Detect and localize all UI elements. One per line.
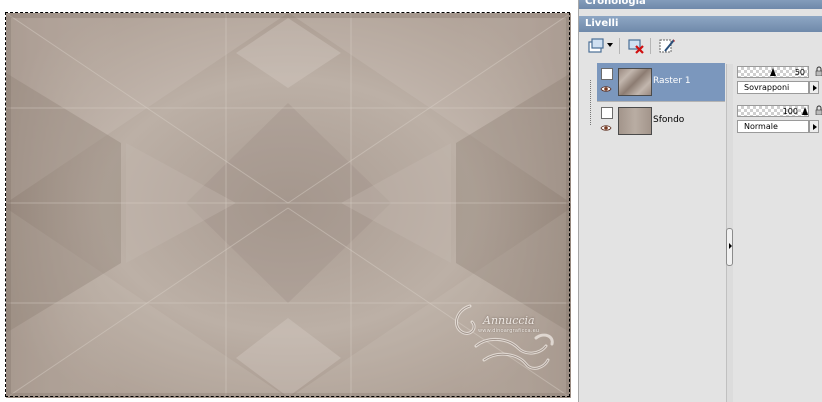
opacity-slider-thumb[interactable] xyxy=(802,107,808,115)
delete-layer-icon[interactable] xyxy=(627,37,645,55)
opacity-slider-thumb[interactable] xyxy=(770,68,776,76)
layer-thumbnail xyxy=(618,107,652,135)
layers-list: Raster 1 Sfondo xyxy=(597,63,725,143)
layer-name[interactable]: Raster 1 xyxy=(653,76,691,86)
layer-row-raster-1[interactable]: Raster 1 xyxy=(597,63,725,102)
background-layer-icon xyxy=(601,107,613,119)
dropdown-arrow-icon[interactable] xyxy=(606,41,614,49)
eye-visibility-icon[interactable] xyxy=(600,85,612,93)
eye-visibility-icon[interactable] xyxy=(600,124,612,132)
blend-mode-select[interactable]: Sovrapponi xyxy=(737,81,809,94)
blend-mode-select[interactable]: Normale xyxy=(737,120,809,133)
toolbar-separator xyxy=(650,38,651,54)
layer-properties-sfondo: 100 Normale xyxy=(735,102,822,140)
opacity-slider[interactable]: 50 xyxy=(737,66,809,78)
opacity-slider[interactable]: 100 xyxy=(737,105,809,117)
watermark-logo xyxy=(454,304,554,370)
watermark-url: www.dinoargraficca.eu xyxy=(478,328,540,334)
layer-row-sfondo[interactable]: Sfondo xyxy=(597,102,725,140)
layers-palette: Cronologia Livelli Raster 1 Sfondo 50 So… xyxy=(578,0,822,402)
new-layer-icon[interactable] xyxy=(587,37,605,55)
opacity-value: 100 xyxy=(782,107,798,116)
opacity-value: 50 xyxy=(794,68,805,77)
blend-mode-arrow-icon[interactable] xyxy=(809,120,819,133)
toolbar-separator xyxy=(619,38,620,54)
canvas-area[interactable]: Annuccia www.dinoargraficca.eu xyxy=(0,0,578,402)
lock-icon[interactable] xyxy=(815,66,822,76)
layer-thumbnail xyxy=(618,68,652,96)
layers-toolbar xyxy=(579,32,822,60)
lock-icon[interactable] xyxy=(815,105,822,115)
layer-name[interactable]: Sfondo xyxy=(653,115,684,125)
watermark-name: Annuccia xyxy=(483,314,535,327)
history-panel-title[interactable]: Cronologia xyxy=(579,0,822,9)
blend-mode-arrow-icon[interactable] xyxy=(809,81,819,94)
raster-layer-icon xyxy=(601,68,613,80)
edit-layer-icon[interactable] xyxy=(658,37,676,55)
layer-properties-raster-1: 50 Sovrapponi xyxy=(735,63,822,101)
layers-panel-title[interactable]: Livelli xyxy=(579,16,822,32)
layer-properties-column: 50 Sovrapponi 100 Normale xyxy=(735,63,822,143)
expand-arrow-icon[interactable] xyxy=(729,243,732,249)
